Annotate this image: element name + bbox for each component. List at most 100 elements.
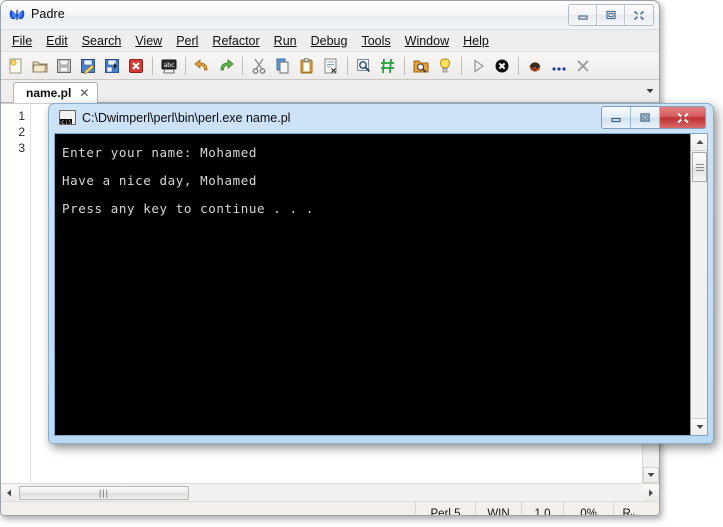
tab-name-pl[interactable]: name.pl ✕ xyxy=(13,82,99,103)
spelling-check-icon[interactable]: abc xyxy=(158,55,180,77)
console-output-line: Enter your name: Mohamed xyxy=(62,145,258,160)
svg-text:abc: abc xyxy=(164,62,175,69)
menu-debug-label: Debug xyxy=(310,33,348,48)
menu-help-label: Help xyxy=(463,33,489,48)
redo-icon[interactable] xyxy=(215,55,237,77)
run-script-icon[interactable] xyxy=(467,55,489,77)
menu-item-search[interactable]: Search xyxy=(75,32,129,50)
status-mode: Rᵥ xyxy=(613,502,643,515)
console-window-controls xyxy=(601,106,706,129)
menu-window-label: Window xyxy=(404,33,450,48)
cut-icon[interactable] xyxy=(248,55,270,77)
undo-icon[interactable] xyxy=(191,55,213,77)
menu-item-perl[interactable]: Perl xyxy=(169,32,205,50)
console-close-button[interactable] xyxy=(660,107,705,128)
menu-edit-label: Edit xyxy=(46,33,68,48)
save-as-icon[interactable] xyxy=(77,55,99,77)
menu-tools-label: Tools xyxy=(361,33,391,48)
paste-icon[interactable] xyxy=(296,55,318,77)
browse-document-icon[interactable] xyxy=(410,55,432,77)
console-title-bar[interactable]: c:\ C:\Dwimperl\perl\bin\perl.exe name.p… xyxy=(54,104,708,133)
console-minimize-button[interactable] xyxy=(602,107,631,128)
console-maximize-button[interactable] xyxy=(631,107,660,128)
stop-script-icon[interactable] xyxy=(491,55,513,77)
menu-item-file[interactable]: File xyxy=(5,32,39,50)
console-scroll-thumb[interactable] xyxy=(692,152,707,182)
status-bar: Perl 5 WIN 1,0 0% Rᵥ xyxy=(1,501,659,515)
status-message xyxy=(1,502,415,515)
cmd-icon-glyph: c:\ xyxy=(60,119,72,125)
console-window: c:\ C:\Dwimperl\perl\bin\perl.exe name.p… xyxy=(48,103,714,444)
select-all-icon[interactable] xyxy=(320,55,342,77)
new-file-icon[interactable] xyxy=(5,55,27,77)
console-window-title: C:\Dwimperl\perl\bin\perl.exe name.pl xyxy=(82,111,291,125)
scroll-thumb-grip: ||| xyxy=(98,487,109,498)
copy-icon[interactable] xyxy=(272,55,294,77)
menu-item-tools[interactable]: Tools xyxy=(354,32,397,50)
line-number-gutter: 1 2 3 xyxy=(1,104,31,483)
toolbar-separator xyxy=(347,56,348,75)
toolbar-separator xyxy=(242,56,243,75)
tab-close-icon[interactable]: ✕ xyxy=(79,87,89,99)
horizontal-scroll-thumb[interactable]: ||| xyxy=(19,485,189,500)
toolbar-separator xyxy=(152,56,153,75)
padre-minimize-button[interactable] xyxy=(569,5,597,25)
toolbar-separator xyxy=(404,56,405,75)
syntax-check-icon[interactable] xyxy=(434,55,456,77)
line-number: 1 xyxy=(18,109,25,123)
close-icon[interactable] xyxy=(572,55,594,77)
toolbar-separator xyxy=(185,56,186,75)
scroll-thumb-grip xyxy=(695,162,704,173)
resize-grip-icon[interactable] xyxy=(643,502,659,515)
butterfly-icon xyxy=(9,7,25,23)
toolbar: abc xyxy=(1,52,659,80)
debug-icon[interactable] xyxy=(524,55,546,77)
console-vertical-scrollbar[interactable] xyxy=(690,134,707,435)
menu-bar: File Edit Search View Perl Refactor Run … xyxy=(1,30,659,52)
menu-item-run[interactable]: Run xyxy=(267,32,304,50)
menu-item-view[interactable]: View xyxy=(128,32,169,50)
padre-window-title: Padre xyxy=(31,7,65,21)
toolbar-separator xyxy=(518,56,519,75)
scroll-up-icon[interactable] xyxy=(691,134,707,151)
open-file-icon[interactable] xyxy=(29,55,51,77)
console-output-line: Have a nice day, Mohamed xyxy=(62,173,258,188)
status-progress: 0% xyxy=(563,502,613,515)
chevron-down-icon[interactable] xyxy=(643,83,657,98)
menu-refactor-label: Refactor xyxy=(212,33,260,48)
line-number: 3 xyxy=(18,141,25,155)
tab-label: name.pl xyxy=(26,86,72,100)
menu-item-help[interactable]: Help xyxy=(456,32,496,50)
padre-title-bar[interactable]: Padre xyxy=(1,1,659,30)
status-position: 1,0 xyxy=(521,502,563,515)
editor-tab-bar: name.pl ✕ xyxy=(1,80,659,103)
console-output-area[interactable]: Enter your name: Mohamed Have a nice day… xyxy=(54,133,708,436)
padre-window-controls xyxy=(568,4,654,26)
console-output-line: Press any key to continue . . . xyxy=(62,201,314,216)
menu-item-debug[interactable]: Debug xyxy=(304,32,355,50)
menu-perl-label: Perl xyxy=(176,33,199,48)
close-file-icon[interactable] xyxy=(125,55,147,77)
goto-line-icon[interactable] xyxy=(377,55,399,77)
screenshot-root: Padre File Edit Search View Perl Refacto… xyxy=(0,0,723,527)
padre-close-button[interactable] xyxy=(625,5,653,25)
editor-horizontal-scrollbar[interactable]: ||| xyxy=(1,483,659,501)
find-icon[interactable] xyxy=(353,55,375,77)
status-line-ending: WIN xyxy=(475,502,521,515)
menu-search-label: Search xyxy=(81,33,122,48)
more-options-icon[interactable] xyxy=(548,55,570,77)
scroll-down-icon[interactable] xyxy=(691,418,707,435)
scroll-left-icon[interactable] xyxy=(1,484,17,501)
toolbar-separator xyxy=(461,56,462,75)
menu-item-refactor[interactable]: Refactor xyxy=(205,32,266,50)
save-file-icon[interactable] xyxy=(53,55,75,77)
scroll-right-icon[interactable] xyxy=(643,484,659,501)
save-all-icon[interactable] xyxy=(101,55,123,77)
padre-maximize-button[interactable] xyxy=(597,5,625,25)
cmd-icon: c:\ xyxy=(59,110,76,125)
line-number: 2 xyxy=(18,125,25,139)
menu-view-label: View xyxy=(135,33,163,48)
menu-item-window[interactable]: Window xyxy=(398,32,456,50)
scroll-down-icon[interactable] xyxy=(643,467,659,483)
menu-item-edit[interactable]: Edit xyxy=(39,32,75,50)
